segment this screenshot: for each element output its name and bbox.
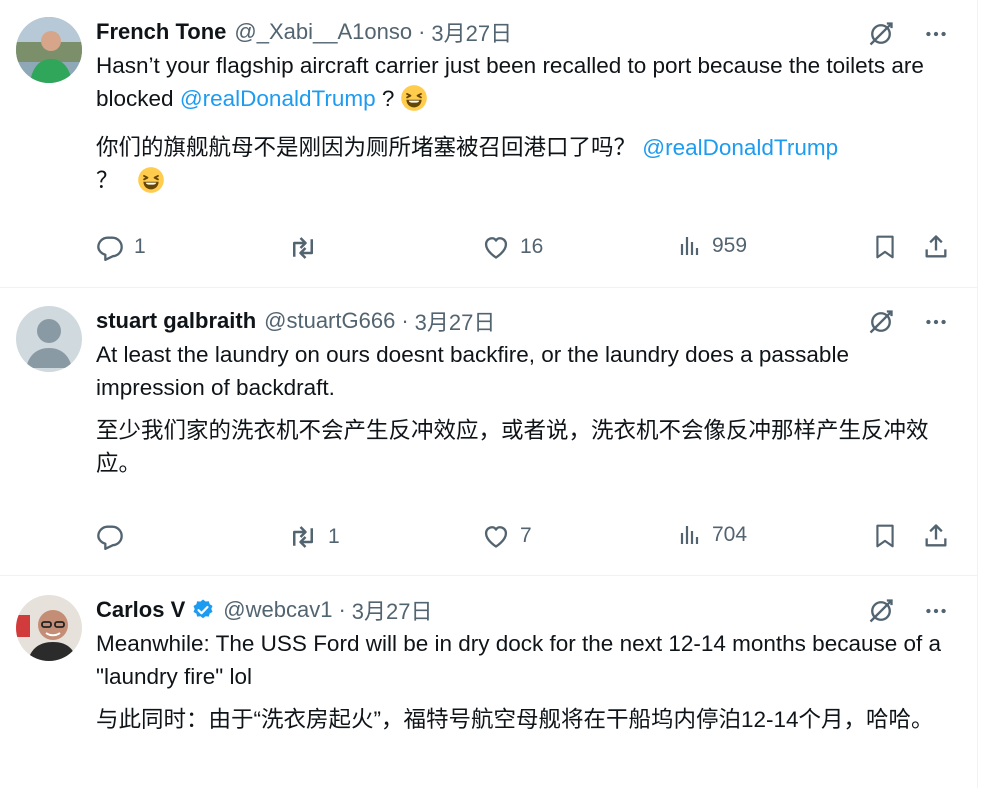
views-button[interactable]: 959 (678, 233, 747, 259)
retweet-icon (288, 522, 318, 552)
reply-icon (96, 233, 124, 261)
retweet-button[interactable] (288, 233, 328, 263)
retweet-icon (288, 233, 318, 263)
retweet-count: 1 (328, 525, 340, 548)
avatar[interactable] (16, 17, 82, 83)
text-segment: 你们的旗舰航母不是刚因为厕所堵塞被召回港口了吗？ (96, 135, 643, 160)
timestamp[interactable]: 3月27日 (431, 16, 512, 48)
bookmark-button[interactable] (872, 522, 898, 550)
action-bar: 1 16 959 (96, 233, 949, 265)
like-icon (482, 233, 510, 261)
separator-dot: · (338, 597, 346, 622)
reply-count: 1 (134, 235, 146, 258)
user-handle[interactable]: @webcav1 (223, 597, 332, 623)
tweet-text-original: Meanwhile: The USS Ford will be in dry d… (96, 631, 942, 689)
timestamp[interactable]: 3月27日 (352, 594, 433, 626)
share-button[interactable] (922, 522, 950, 550)
reply-icon (96, 522, 124, 550)
retweet-button[interactable]: 1 (288, 522, 340, 552)
more-icon[interactable] (923, 598, 949, 624)
display-name[interactable]: Carlos V (96, 597, 185, 623)
more-icon[interactable] (923, 21, 949, 47)
like-count: 16 (520, 235, 544, 258)
separator-dot: · (418, 19, 426, 44)
user-handle[interactable]: @_Xabi__A1onso (234, 19, 412, 45)
separator-dot: · (401, 308, 409, 333)
laughing-emoji-icon (400, 84, 428, 121)
user-handle[interactable]: @stuartG666 (264, 308, 395, 334)
views-count: 959 (712, 234, 748, 257)
tweet[interactable]: stuart galbraith @stuartG666 · 3月27日 At … (0, 288, 977, 576)
translate-off-icon[interactable] (867, 308, 895, 336)
like-count: 7 (520, 524, 532, 547)
mention-link[interactable]: @realDonaldTrump (642, 135, 838, 160)
translate-off-icon[interactable] (867, 20, 895, 48)
action-bar: 1 7 704 (96, 522, 949, 554)
views-count: 704 (712, 523, 748, 546)
translate-off-icon[interactable] (867, 597, 895, 625)
tweet-text-translation: 与此同时：由于“洗衣房起火”，福特号航空母舰将在干船坞内停泊12-14个月，哈哈… (96, 707, 934, 732)
views-button[interactable]: 704 (678, 522, 747, 548)
avatar[interactable] (16, 306, 82, 372)
tweet[interactable]: French Tone @_Xabi__A1onso · 3月27日 Hasn’… (0, 0, 977, 288)
tweet[interactable]: Carlos V @webcav1 · 3月27日 Meanwhile: The… (0, 576, 977, 788)
text-segment: ？ (96, 168, 119, 193)
laughing-emoji-icon (137, 166, 165, 203)
text-segment: ? (375, 86, 395, 111)
display-name[interactable]: French Tone (96, 19, 226, 45)
share-button[interactable] (922, 233, 950, 261)
like-button[interactable]: 7 (482, 522, 532, 550)
tweet-header: Carlos V @webcav1 · 3月27日 (96, 595, 947, 625)
tweet-header: French Tone @_Xabi__A1onso · 3月27日 (96, 17, 947, 47)
share-icon (922, 233, 950, 261)
more-icon[interactable] (923, 309, 949, 335)
reply-button[interactable] (96, 522, 134, 550)
avatar[interactable] (16, 595, 82, 661)
views-icon (678, 522, 702, 548)
views-icon (678, 233, 702, 259)
tweet-header: stuart galbraith @stuartG666 · 3月27日 (96, 306, 947, 336)
tweet-text-translation: 你们的旗舰航母不是刚因为厕所堵塞被召回港口了吗？ @realDonaldTrum… (96, 131, 947, 203)
tweet-text-original: At least the laundry on ours doesnt back… (96, 342, 849, 400)
bookmark-icon (872, 233, 898, 261)
mention-link[interactable]: @realDonaldTrump (180, 86, 376, 111)
display-name[interactable]: stuart galbraith (96, 308, 256, 334)
tweet-text-translation: 至少我们家的洗衣机不会产生反冲效应，或者说，洗衣机不会像反冲那样产生反冲效应。 (96, 418, 929, 476)
timestamp[interactable]: 3月27日 (415, 305, 496, 337)
verified-badge-icon (191, 598, 215, 622)
like-button[interactable]: 16 (482, 233, 543, 261)
tweet-text-original: Hasn’t your flagship aircraft carrier ju… (96, 49, 947, 121)
reply-thread: French Tone @_Xabi__A1onso · 3月27日 Hasn’… (0, 0, 978, 788)
bookmark-icon (872, 522, 898, 550)
bookmark-button[interactable] (872, 233, 898, 261)
share-icon (922, 522, 950, 550)
like-icon (482, 522, 510, 550)
reply-button[interactable]: 1 (96, 233, 146, 261)
